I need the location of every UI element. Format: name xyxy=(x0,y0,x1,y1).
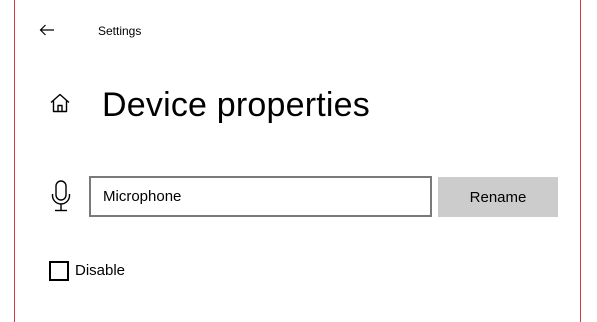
back-button[interactable] xyxy=(33,16,61,44)
window-title: Settings xyxy=(98,24,142,38)
home-icon xyxy=(50,93,70,113)
device-name-input[interactable] xyxy=(89,176,432,217)
back-arrow-icon xyxy=(39,24,54,36)
settings-window: Settings Device properties Rename Disabl… xyxy=(14,0,581,322)
disable-checkbox-row[interactable]: Disable xyxy=(49,258,125,284)
microphone-icon xyxy=(51,180,71,212)
disable-checkbox-label: Disable xyxy=(75,262,126,279)
page-title: Device properties xyxy=(102,86,370,124)
disable-checkbox[interactable] xyxy=(49,261,69,281)
rename-button[interactable]: Rename xyxy=(438,177,558,217)
